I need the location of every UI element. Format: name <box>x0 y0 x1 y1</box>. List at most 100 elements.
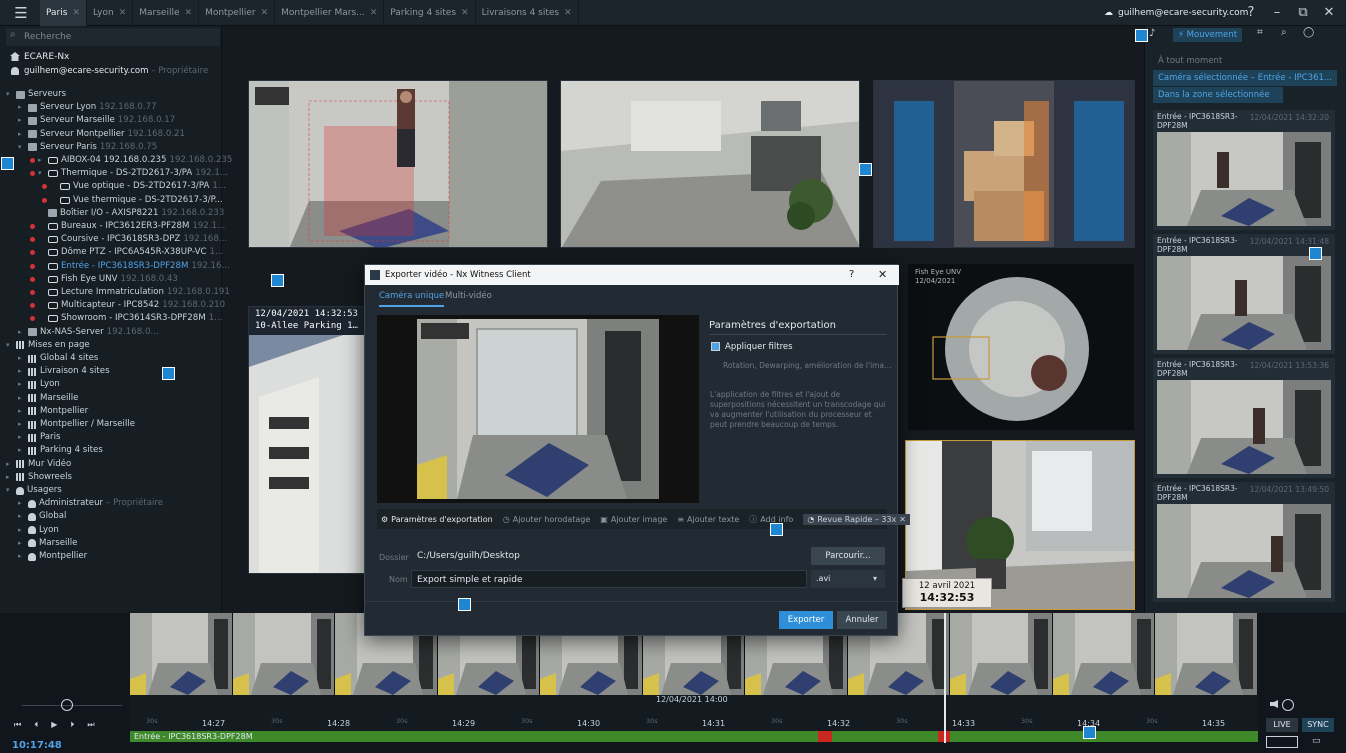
close-icon[interactable]: ✕ <box>72 0 80 26</box>
expand-arrow-icon[interactable]: ▸ <box>18 550 25 563</box>
expand-arrow-icon[interactable]: ▸ <box>18 497 25 510</box>
expand-arrow-icon[interactable]: ▸ <box>6 471 13 484</box>
search-icon[interactable]: ⌕ <box>1281 27 1287 38</box>
tree-item[interactable]: Boîtier I/O - AXISP8221 192.168.0.233 <box>30 207 224 220</box>
expand-arrow-icon[interactable]: ▾ <box>6 88 13 101</box>
expand-arrow-icon[interactable]: ▸ <box>18 101 25 114</box>
camera-view-parking[interactable]: 12/04/2021 14:32:53 10-Allee Parking 180 <box>248 306 366 574</box>
tree-item[interactable]: ▸ Marseille <box>18 537 77 550</box>
expand-arrow-icon[interactable]: ▸ <box>6 458 13 471</box>
tab-3[interactable]: Montpellier ✕ <box>199 0 276 26</box>
expand-arrow-icon[interactable]: ▸ <box>18 378 25 391</box>
analytics-icon[interactable]: ◯ <box>1303 27 1314 38</box>
export-settings-tool[interactable]: ⚙ Paramètres d'exportation <box>381 515 493 524</box>
bell-icon[interactable]: ♪ <box>1149 28 1155 39</box>
cloud-user[interactable]: ☁ guilhem@ecare-security.com <box>1104 0 1248 26</box>
speed-knob[interactable] <box>1282 699 1294 711</box>
tree-item[interactable]: ▸ Administrateur – Propriétaire <box>18 497 163 510</box>
expand-arrow-icon[interactable]: ▾ <box>18 141 25 154</box>
hamburger-icon[interactable]: ☰ <box>8 3 34 23</box>
tree-item[interactable]: Bureaux - IPC3612ER3-PF28M 192.1... <box>30 220 225 233</box>
motion-result-card[interactable]: Entrée - IPC3618SR3-DPF28M 12/04/2021 13:… <box>1153 358 1335 478</box>
expand-arrow-icon[interactable]: ▸ <box>18 114 25 127</box>
playhead[interactable] <box>944 613 946 743</box>
camera-view-thermique[interactable] <box>248 80 548 248</box>
expand-arrow-icon[interactable]: ▾ <box>38 167 45 180</box>
tree-item[interactable]: ▾ Mises en page <box>6 339 90 352</box>
tree-item[interactable]: ▸ Nx-NAS-Server 192.168.0... <box>18 326 159 339</box>
tree-item[interactable]: ▸ Global <box>18 510 66 523</box>
volume-knob[interactable] <box>61 699 73 711</box>
thumbnails-toggle[interactable] <box>1266 736 1298 748</box>
tree-item[interactable]: ▸ Showreels <box>6 471 72 484</box>
expand-arrow-icon[interactable]: ▸ <box>18 352 25 365</box>
expand-arrow-icon[interactable]: ▸ <box>18 444 25 457</box>
tree-item[interactable]: ▸ Serveur Montpellier 192.168.0.21 <box>18 128 185 141</box>
expand-arrow-icon[interactable]: ▸ <box>18 510 25 523</box>
expand-arrow-icon[interactable]: ▸ <box>18 326 25 339</box>
close-icon[interactable]: ✕ <box>370 0 378 26</box>
tab-6[interactable]: Livraisons 4 sites ✕ <box>476 0 579 26</box>
tree-item[interactable]: ▸ Parking 4 sites <box>18 444 103 457</box>
tree-item[interactable]: ▸ Serveur Marseille 192.168.0.17 <box>18 114 175 127</box>
expand-arrow-icon[interactable]: ▸ <box>18 431 25 444</box>
motion-result-card[interactable]: Entrée - IPC3618SR3-DPF28M 12/04/2021 13:… <box>1153 482 1335 602</box>
motion-result-card[interactable]: Entrée - IPC3618SR3-DPF28M 12/04/2021 14:… <box>1153 234 1335 354</box>
expand-arrow-icon[interactable]: ▾ <box>6 339 13 352</box>
tab-0[interactable]: Paris ✕ <box>40 0 87 26</box>
expand-arrow-icon[interactable]: ▸ <box>18 365 25 378</box>
bookmark-icon[interactable]: ⌗ <box>1257 27 1263 38</box>
tab-5[interactable]: Parking 4 sites ✕ <box>384 0 476 26</box>
camera-view-bureaux[interactable] <box>560 80 860 248</box>
close-icon[interactable]: ✕ <box>261 0 269 26</box>
tree-item[interactable]: ▾ Usagers <box>6 484 62 497</box>
tree-item[interactable]: Vue thermique - DS-2TD2617-3/P... <box>42 194 223 207</box>
time-filter[interactable]: À tout moment <box>1153 53 1227 69</box>
cancel-button[interactable]: Annuler <box>837 611 887 629</box>
close-icon[interactable]: ✕ <box>185 0 193 26</box>
system-name[interactable]: ECARE-Nx <box>24 52 69 62</box>
calendar-icon[interactable]: ▭ <box>1312 736 1321 746</box>
skip-start-icon[interactable]: ⏮ <box>14 720 21 730</box>
tree-item[interactable]: ▸ Livraison 4 sites <box>18 365 110 378</box>
close-window-button[interactable]: ✕ <box>1316 0 1342 26</box>
tree-item[interactable]: Coursive - IPC3618SR3-DPZ 192.168... <box>30 233 227 246</box>
tab-multi-video[interactable]: Multi-vidéo <box>445 291 492 307</box>
live-button[interactable]: LIVE <box>1266 718 1298 732</box>
tree-item[interactable]: Entrée - IPC3618SR3-DPF28M 192.16... <box>30 260 230 273</box>
add-timestamp-tool[interactable]: ◷ Ajouter horodatage <box>503 515 591 524</box>
tree-item[interactable]: ▸ Montpellier <box>18 550 87 563</box>
expand-arrow-icon[interactable]: ▾ <box>6 484 13 497</box>
step-forward-icon[interactable]: ⏵ <box>70 720 74 730</box>
motion-result-card[interactable]: Entrée - IPC3618SR3-DPF28M 12/04/2021 14:… <box>1153 110 1335 230</box>
sync-button[interactable]: SYNC <box>1302 718 1334 732</box>
expand-arrow-icon[interactable]: ▸ <box>18 524 25 537</box>
skip-end-icon[interactable]: ⏭ <box>87 720 94 730</box>
tree-item[interactable]: ▾ Thermique - DS-2TD2617-3/PA 192.1... <box>30 167 228 180</box>
zone-filter[interactable]: Dans la zone sélectionnée <box>1153 87 1283 103</box>
owner-row[interactable]: guilhem@ecare-security.com – Propriétair… <box>24 66 208 76</box>
tab-4[interactable]: Montpellier Mars... ✕ <box>275 0 385 26</box>
tree-item[interactable]: ▸ Paris <box>18 431 60 444</box>
minimize-button[interactable]: – <box>1264 0 1290 26</box>
expand-arrow-icon[interactable]: ▸ <box>18 405 25 418</box>
tree-item[interactable]: ▸ Serveur Lyon 192.168.0.77 <box>18 101 157 114</box>
tree-item[interactable]: Multicapteur - IPC8542 192.168.0.210 <box>30 299 225 312</box>
step-back-icon[interactable]: ⏴ <box>34 720 38 730</box>
close-icon[interactable]: ✕ <box>461 0 469 26</box>
play-icon[interactable]: ▶ <box>51 720 57 730</box>
tree-item[interactable]: ▸ Montpellier / Marseille <box>18 418 135 431</box>
tree-item[interactable]: Showroom - IPC3614SR3-DPF28M 1... <box>30 312 222 325</box>
camera-view-fisheye[interactable]: Fish Eye UNV 12/04/2021 <box>908 264 1134 430</box>
tab-2[interactable]: Marseille ✕ <box>133 0 200 26</box>
rapid-review-chip[interactable]: ◔ Revue Rapide – 33x ✕ <box>803 513 910 525</box>
expand-arrow-icon[interactable]: ▸ <box>18 392 25 405</box>
motion-tab[interactable]: ⚡ Mouvement <box>1173 28 1243 42</box>
add-image-tool[interactable]: ▣ Ajouter image <box>600 515 667 524</box>
search-input[interactable]: Recherche <box>6 28 220 46</box>
tree-item[interactable]: Lecture Immatriculation 192.168.0.191 <box>30 286 230 299</box>
expand-arrow-icon[interactable]: ▸ <box>38 154 45 167</box>
restore-button[interactable]: ⧉ <box>1290 0 1316 26</box>
tree-item[interactable]: ▸ Montpellier <box>18 405 88 418</box>
tree-item[interactable]: ▸ Mur Vidéo <box>6 458 71 471</box>
